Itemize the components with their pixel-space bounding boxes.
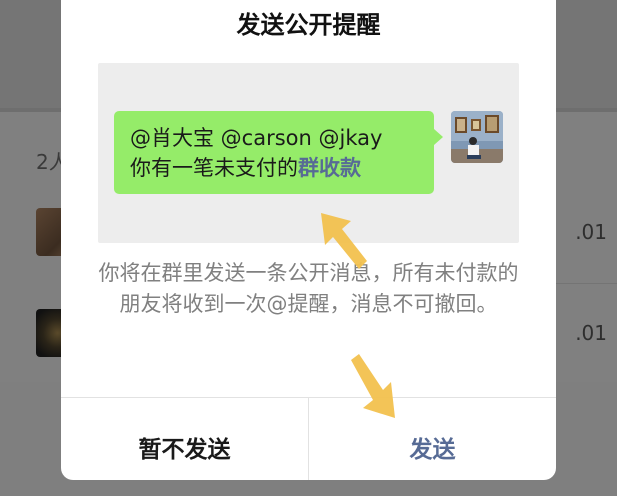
dialog-description: 你将在群里发送一条公开消息，所有未付款的朋友将收到一次@提醒，消息不可撤回。 <box>98 261 519 316</box>
amount: .01 <box>575 321 607 345</box>
cancel-button[interactable]: 暂不发送 <box>61 398 308 496</box>
annotation-arrow-down-icon <box>351 354 395 418</box>
amount: .01 <box>575 220 607 244</box>
public-reminder-dialog: 发送公开提醒 @肖大宝 @carson @jkay 你有一笔未支付的群收款 你将… <box>61 0 556 480</box>
avatar <box>451 111 503 163</box>
mentions-text: @肖大宝 @carson @jkay <box>130 126 383 150</box>
group-collection-link: 群收款 <box>298 156 361 180</box>
dialog-title: 发送公开提醒 <box>236 11 381 39</box>
message-prefix: 你有一笔未支付的 <box>130 156 298 180</box>
annotation-arrow-up-icon <box>321 213 367 269</box>
message-text: 你有一笔未支付的群收款 <box>130 153 434 183</box>
message-preview: @肖大宝 @carson @jkay 你有一笔未支付的群收款 <box>98 63 519 243</box>
message-bubble: @肖大宝 @carson @jkay 你有一笔未支付的群收款 <box>114 111 443 194</box>
